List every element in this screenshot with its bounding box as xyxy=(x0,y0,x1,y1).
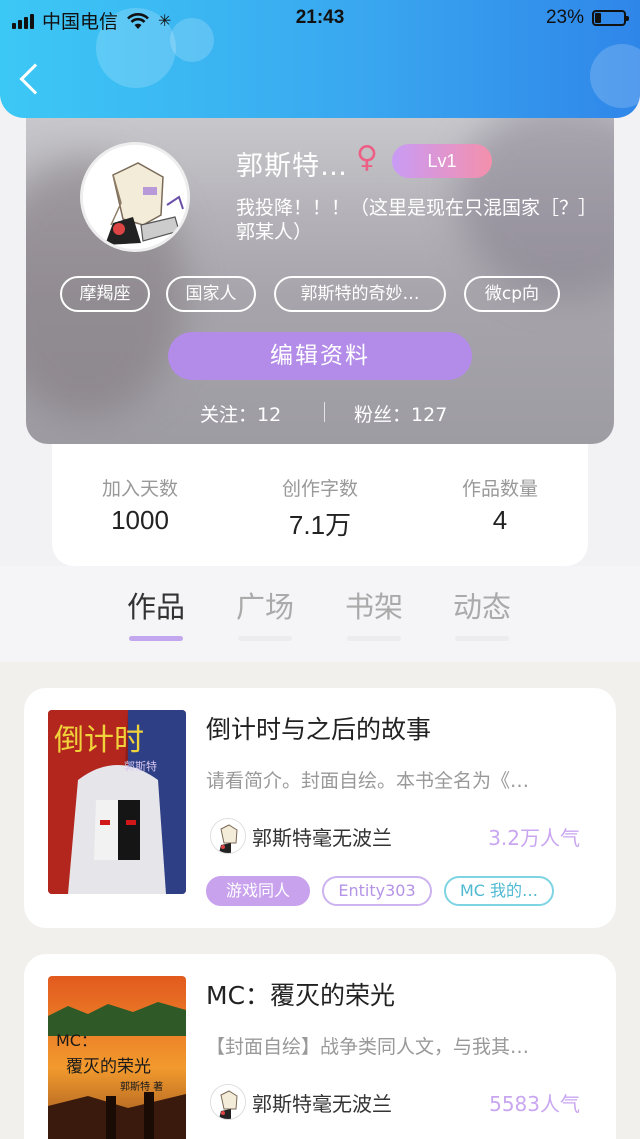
cover-author-text: 郭斯特 xyxy=(124,759,157,773)
popularity: 3.2万人气 xyxy=(488,826,580,850)
tab-underline xyxy=(347,636,401,641)
tab-underline xyxy=(238,636,292,641)
stat-value: 7.1万 xyxy=(288,510,352,540)
stat-label: 创作字数 xyxy=(281,478,358,500)
user-name: 郭斯特… xyxy=(236,151,348,182)
battery-percent: 23% xyxy=(545,7,584,28)
bio-line: 我投降！！！（这里是现在只混国家［？］ xyxy=(236,197,598,219)
followers-count[interactable]: 粉丝：127 xyxy=(354,400,447,427)
book-tag[interactable]: 游戏同人 xyxy=(206,876,310,906)
cover-title-text: 覆灭的荣光 xyxy=(66,1057,151,1077)
author-avatar xyxy=(210,818,246,854)
tab-label: 广场 xyxy=(235,590,294,624)
popularity: 5583人气 xyxy=(489,1092,580,1116)
book-description: 【封面自绘】战争类同人文，与我其… xyxy=(206,1036,530,1058)
book-description: 请看简介。封面自绘。本书全名为《… xyxy=(206,770,530,792)
book-cover-image: MC： 覆灭的荣光 郭斯特 著 xyxy=(48,976,186,1139)
following-value: 12 xyxy=(257,404,282,426)
followers-value: 127 xyxy=(411,404,448,426)
battery-icon xyxy=(592,10,629,26)
tab-label: 作品 xyxy=(126,590,185,624)
profile-tag[interactable]: 国家人 xyxy=(166,276,256,312)
book-card[interactable]: 倒计时 郭斯特 倒计时与之后的故事 请看简介。封面自绘。本书全名为《… 郭斯特毫… xyxy=(24,688,616,928)
book-card[interactable]: MC： 覆灭的荣光 郭斯特 著 MC：覆灭的荣光 【封面自绘】战争类同人文，与我… xyxy=(24,954,616,1139)
following-count[interactable]: 关注：12 xyxy=(200,400,281,427)
profile-tag[interactable]: 微cp向 xyxy=(464,276,560,312)
author-name: 郭斯特毫无波兰 xyxy=(252,825,392,850)
book-cover[interactable]: 倒计时 郭斯特 xyxy=(48,710,186,894)
stat-value: 1000 xyxy=(111,505,169,535)
book-author[interactable]: 郭斯特毫无波兰 xyxy=(210,1084,392,1120)
tab-label: 书架 xyxy=(344,590,403,624)
cover-author-text: 郭斯特 著 xyxy=(120,1080,163,1093)
stat-label: 加入天数 xyxy=(101,478,178,500)
book-tag[interactable]: MC 我的… xyxy=(444,876,554,906)
level-badge: Lv1 xyxy=(392,144,492,178)
tab-underline xyxy=(455,636,509,641)
cover-title-text: 倒计时 xyxy=(54,723,144,758)
battery-fill xyxy=(595,13,602,23)
stat-word-count: 创作字数 7.1万 xyxy=(250,474,390,542)
stat-label: 作品数量 xyxy=(461,478,538,500)
book-author[interactable]: 郭斯特毫无波兰 xyxy=(210,818,392,854)
user-bio: 我投降！！！（这里是现在只混国家［？］ 郭某人） xyxy=(236,196,614,244)
profile-tag[interactable]: 摩羯座 xyxy=(60,276,150,312)
profile-card: 郭斯特… ♀ Lv1 我投降！！！（这里是现在只混国家［？］ 郭某人） 摩羯座 … xyxy=(26,118,614,444)
bio-line: 郭某人） xyxy=(236,221,313,243)
stats-card: 加入天数 1000 创作字数 7.1万 作品数量 4 xyxy=(52,444,588,566)
tab-square[interactable]: 广场 xyxy=(225,584,305,641)
edit-profile-button[interactable]: 编辑资料 xyxy=(168,332,472,380)
avatar[interactable] xyxy=(80,142,190,252)
tab-bookshelf[interactable]: 书架 xyxy=(334,584,414,641)
cover-title-text: MC： xyxy=(56,1031,97,1050)
stat-join-days: 加入天数 1000 xyxy=(70,474,210,536)
decor-bubble xyxy=(590,44,640,108)
book-cover[interactable]: MC： 覆灭的荣光 郭斯特 著 xyxy=(48,976,186,1139)
tab-activity[interactable]: 动态 xyxy=(442,584,522,641)
book-cover-image: 倒计时 郭斯特 xyxy=(48,710,186,894)
book-title[interactable]: 倒计时与之后的故事 xyxy=(206,710,431,746)
following-label: 关注： xyxy=(200,404,258,426)
female-icon: ♀ xyxy=(356,140,378,175)
stat-works-count: 作品数量 4 xyxy=(430,474,570,536)
stat-value: 4 xyxy=(492,505,508,535)
status-bar: 中国电信 ✳ 21:43 23% xyxy=(0,0,640,36)
tab-works[interactable]: 作品 xyxy=(116,584,196,641)
followers-label: 粉丝： xyxy=(354,404,412,426)
back-arrow-icon[interactable] xyxy=(19,63,51,95)
author-avatar xyxy=(210,1084,246,1120)
tab-label: 动态 xyxy=(452,590,511,624)
clock: 21:43 xyxy=(295,7,345,28)
author-name: 郭斯特毫无波兰 xyxy=(252,1091,392,1116)
tab-underline xyxy=(129,636,183,641)
top-header: 中国电信 ✳ 21:43 23% xyxy=(0,0,640,118)
book-title[interactable]: MC：覆灭的荣光 xyxy=(206,976,395,1012)
divider xyxy=(324,402,325,422)
profile-tag[interactable]: 郭斯特的奇妙… xyxy=(274,276,446,312)
tab-bar: 作品 广场 书架 动态 xyxy=(0,566,640,662)
book-tag[interactable]: Entity303 xyxy=(322,876,432,906)
